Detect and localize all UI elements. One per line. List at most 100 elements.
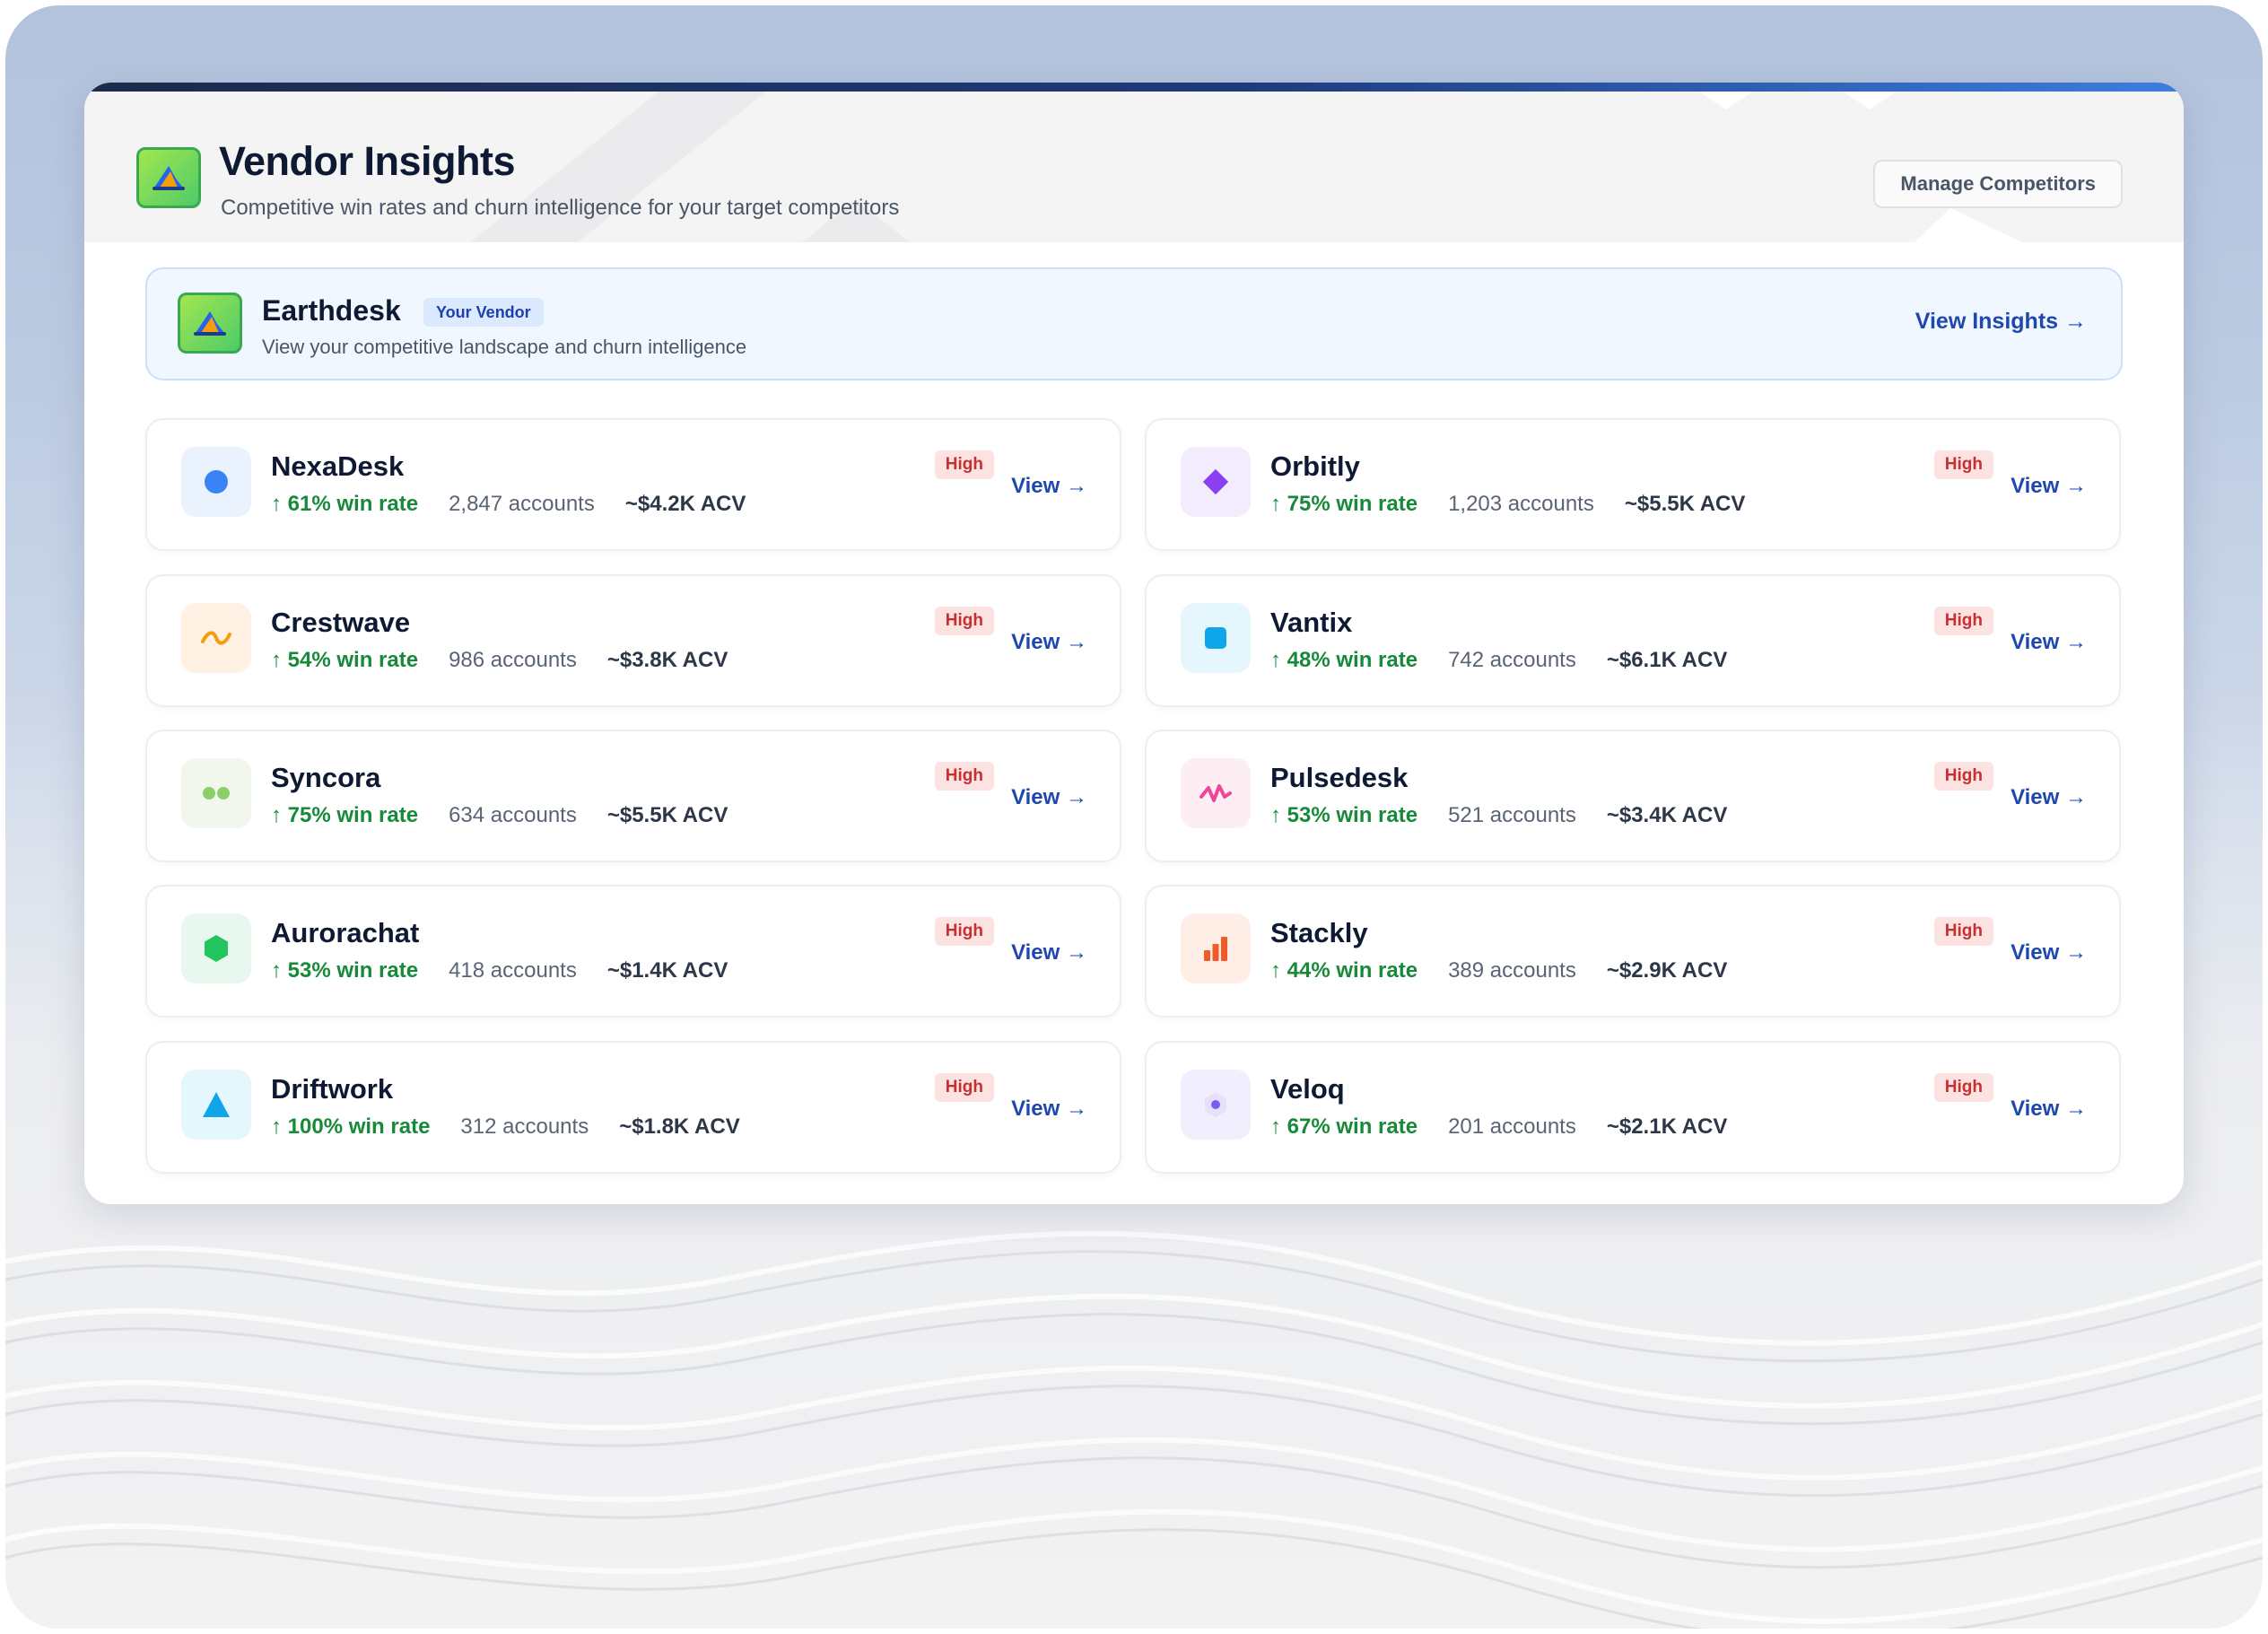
acv-value: ~$3.4K ACV [1606,803,1728,827]
acv-value: ~$5.5K ACV [606,803,728,827]
competitor-stats: ↑ 100% win rate 312 accounts ~$1.8K ACV [271,1114,740,1140]
competitor-card[interactable]: Driftwork ↑ 100% win rate 312 accounts ~$1.… [145,1041,1121,1174]
account-count: 312 accounts [460,1114,589,1139]
account-count: 634 accounts [449,803,577,827]
page-title: Vendor Insights [219,138,516,184]
acv-value: ~$1.8K ACV [619,1114,740,1139]
view-competitor-link[interactable]: View → [1011,785,1087,810]
win-rate: ↑ 53% win rate [1270,803,1418,827]
two-dots-icon [181,758,251,828]
competitor-name: Aurorachat [271,917,420,948]
win-rate: ↑ 67% win rate [1270,1114,1418,1139]
competitor-card[interactable]: Vantix ↑ 48% win rate 742 accounts ~$6.1K A… [1145,574,2121,707]
triangle-icon [181,1070,251,1140]
vendor-insights-panel: Vendor Insights Competitive win rates an… [84,83,2184,1204]
acv-value: ~$6.1K ACV [1606,648,1728,672]
priority-badge: High [934,762,994,791]
acv-value: ~$2.1K ACV [1606,1114,1728,1139]
account-count: 742 accounts [1448,648,1576,672]
panel-header: Vendor Insights Competitive win rates an… [84,92,2184,242]
priority-badge: High [1933,607,1993,635]
view-competitor-link[interactable]: View → [2011,940,2087,966]
competitor-card[interactable]: Syncora ↑ 75% win rate 634 accounts ~$5.5K … [145,730,1121,862]
account-count: 418 accounts [449,958,577,983]
view-competitor-link[interactable]: View → [1011,630,1087,655]
hex-dot-icon [1181,1070,1251,1140]
acv-value: ~$4.2K ACV [624,492,746,516]
competitor-card[interactable]: Crestwave ↑ 54% win rate 986 accounts ~$3.8… [145,574,1121,707]
win-rate: ↑ 53% win rate [271,958,419,983]
account-count: 201 accounts [1448,1114,1576,1139]
competitor-name: Syncora [271,762,381,793]
circle-icon [181,447,251,517]
view-competitor-link[interactable]: View → [2011,1097,2087,1122]
competitor-stats: ↑ 53% win rate 418 accounts ~$1.4K ACV [271,958,728,983]
competitor-card[interactable]: Veloq ↑ 67% win rate 201 accounts ~$2.1K AC… [1145,1041,2121,1174]
win-rate: ↑ 54% win rate [271,648,419,672]
vendor-logo-icon [178,293,242,354]
competitor-name: Vantix [1270,607,1353,638]
your-vendor-banner[interactable]: Earthdesk Your Vendor View your competit… [145,267,2123,380]
competitor-stats: ↑ 53% win rate 521 accounts ~$3.4K ACV [1270,803,1727,828]
competitor-card[interactable]: Stackly ↑ 44% win rate 389 accounts ~$2.9K … [1145,885,2121,1018]
account-count: 521 accounts [1448,803,1576,827]
view-competitor-link[interactable]: View → [2011,785,2087,810]
priority-badge: High [1933,1073,1993,1102]
bars-icon [1181,913,1251,983]
competitor-name: Veloq [1270,1073,1345,1105]
win-rate: ↑ 48% win rate [1270,648,1418,672]
competitor-name: Crestwave [271,607,411,638]
competitor-stats: ↑ 67% win rate 201 accounts ~$2.1K ACV [1270,1114,1727,1140]
priority-badge: High [1933,450,1993,479]
competitor-stats: ↑ 54% win rate 986 accounts ~$3.8K ACV [271,648,728,673]
competitor-card[interactable]: Aurorachat ↑ 53% win rate 418 accounts ~$1.… [145,885,1121,1018]
win-rate: ↑ 75% win rate [271,803,419,827]
view-competitor-link[interactable]: View → [1011,1097,1087,1122]
view-competitor-link[interactable]: View → [2011,474,2087,499]
account-count: 2,847 accounts [449,492,595,516]
competitor-name: Pulsedesk [1270,762,1409,793]
competitor-card[interactable]: NexaDesk ↑ 61% win rate 2,847 accounts ~$4.… [145,418,1121,551]
competitor-name: NexaDesk [271,450,405,482]
square-icon [1181,603,1251,673]
competitor-card[interactable]: Pulsedesk ↑ 53% win rate 521 accounts ~$3.4… [1145,730,2121,862]
vendor-name: Earthdesk [262,294,401,327]
priority-badge: High [934,450,994,479]
acv-value: ~$3.8K ACV [606,648,728,672]
view-competitor-link[interactable]: View → [1011,474,1087,499]
competitor-stats: ↑ 75% win rate 634 accounts ~$5.5K ACV [271,803,728,828]
competitor-name: Driftwork [271,1073,394,1105]
priority-badge: High [1933,917,1993,946]
view-insights-link[interactable]: View Insights → [1915,309,2087,335]
competitor-name: Stackly [1270,917,1368,948]
app-logo-icon [136,147,201,208]
vendor-description: View your competitive landscape and chur… [262,336,747,358]
competitor-stats: ↑ 44% win rate 389 accounts ~$2.9K ACV [1270,958,1727,983]
panel-top-accent [84,83,2184,92]
account-count: 986 accounts [449,648,577,672]
hexagon-icon [181,913,251,983]
pulse-icon [1181,758,1251,828]
competitor-stats: ↑ 75% win rate 1,203 accounts ~$5.5K ACV [1270,492,1745,517]
competitor-stats: ↑ 48% win rate 742 accounts ~$6.1K ACV [1270,648,1727,673]
page-subtitle: Competitive win rates and churn intellig… [221,196,900,220]
acv-value: ~$2.9K ACV [1606,958,1728,983]
win-rate: ↑ 75% win rate [1270,492,1418,516]
acv-value: ~$5.5K ACV [1624,492,1746,516]
manage-competitors-button[interactable]: Manage Competitors [1873,160,2123,208]
priority-badge: High [1933,762,1993,791]
win-rate: ↑ 61% win rate [271,492,419,516]
priority-badge: High [934,1073,994,1102]
competitor-card[interactable]: Orbitly ↑ 75% win rate 1,203 accounts ~$5.5… [1145,418,2121,551]
background-waves [5,1230,2263,1629]
account-count: 389 accounts [1448,958,1576,983]
view-competitor-link[interactable]: View → [2011,630,2087,655]
priority-badge: High [934,917,994,946]
diamond-icon [1181,447,1251,517]
your-vendor-badge: Your Vendor [423,298,544,327]
view-competitor-link[interactable]: View → [1011,940,1087,966]
acv-value: ~$1.4K ACV [606,958,728,983]
win-rate: ↑ 44% win rate [1270,958,1418,983]
priority-badge: High [934,607,994,635]
wave-icon [181,603,251,673]
